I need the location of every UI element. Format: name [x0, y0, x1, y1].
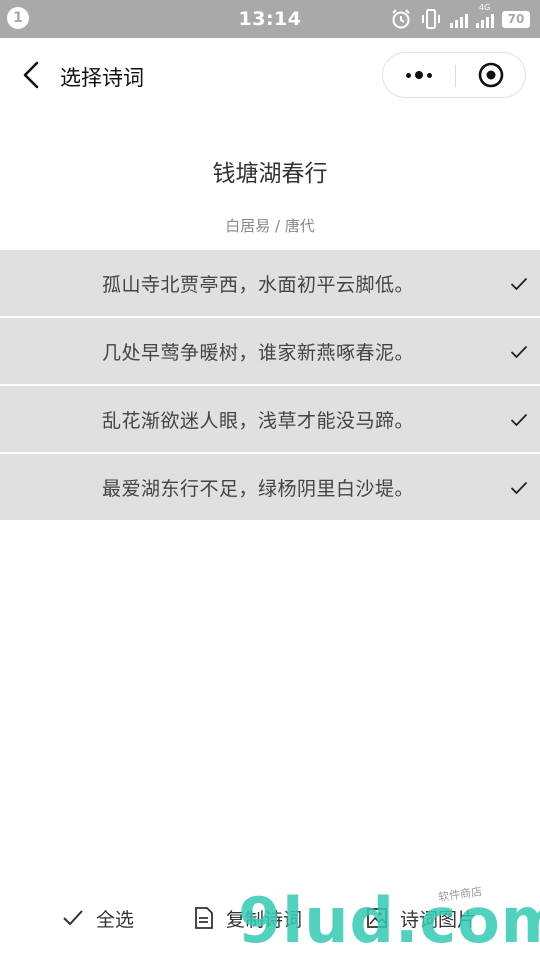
poem-line-text: 最爱湖东行不足，绿杨阴里白沙堤。 — [102, 478, 415, 500]
poem-author: 白居易 / 唐代 — [225, 217, 315, 235]
copy-poem-button[interactable]: 复制诗词 — [194, 890, 302, 946]
poem-image-button[interactable]: 诗词图片 — [366, 890, 476, 946]
more-dot-icon — [415, 71, 423, 79]
check-icon — [510, 345, 528, 359]
check-icon — [63, 910, 83, 926]
poem-line-text: 几处早莺争暖树，谁家新燕啄春泥。 — [102, 342, 415, 364]
battery-icon: 70 — [502, 10, 530, 28]
poem-title: 钱塘湖春行 — [212, 161, 328, 187]
target-close-icon — [478, 62, 504, 88]
poem-lines: 孤山寺北贾亭西，水面初平云脚低。 几处早莺争暖树，谁家新燕啄春泥。 乱花渐欲迷人… — [0, 250, 540, 522]
check-icon — [510, 277, 528, 291]
poem-line-text: 孤山寺北贾亭西，水面初平云脚低。 — [102, 274, 415, 296]
signal-icon — [450, 10, 468, 28]
bottom-toolbar: 全选 复制诗词 诗词图片 — [0, 890, 540, 950]
status-icons: 4G 70 — [390, 3, 530, 32]
more-button[interactable] — [383, 53, 455, 97]
mini-program-capsule — [382, 52, 526, 98]
chevron-left-icon — [23, 61, 39, 89]
check-icon — [510, 481, 528, 495]
more-dot-icon — [406, 72, 411, 78]
poem-image-label: 诗词图片 — [400, 908, 477, 931]
poem-line-row[interactable]: 最爱湖东行不足，绿杨阴里白沙堤。 — [0, 454, 540, 520]
vibrate-icon — [420, 8, 442, 30]
check-icon — [510, 413, 528, 427]
nav-bar: 选择诗词 — [0, 38, 540, 112]
select-all-label: 全选 — [96, 908, 135, 931]
image-icon — [367, 908, 387, 928]
page-title: 选择诗词 — [60, 66, 144, 90]
poem-line-row[interactable]: 孤山寺北贾亭西，水面初平云脚低。 — [0, 250, 540, 316]
poem-line-row[interactable]: 几处早莺争暖树，谁家新燕啄春泥。 — [0, 318, 540, 384]
alarm-icon — [390, 8, 412, 30]
status-bar: 1 13:14 4G 70 — [0, 0, 540, 38]
select-all-button[interactable]: 全选 — [62, 890, 134, 946]
close-mini-program-button[interactable] — [456, 53, 526, 97]
document-icon — [195, 907, 213, 929]
poem-line-row[interactable]: 乱花渐欲迷人眼，浅草才能没马蹄。 — [0, 386, 540, 452]
signal-4g-icon: 4G — [476, 3, 494, 28]
more-dot-icon — [427, 72, 432, 78]
copy-poem-label: 复制诗词 — [226, 908, 303, 931]
poem-line-text: 乱花渐欲迷人眼，浅草才能没马蹄。 — [102, 410, 415, 432]
network-label: 4G — [479, 3, 491, 12]
back-button[interactable] — [14, 58, 48, 92]
